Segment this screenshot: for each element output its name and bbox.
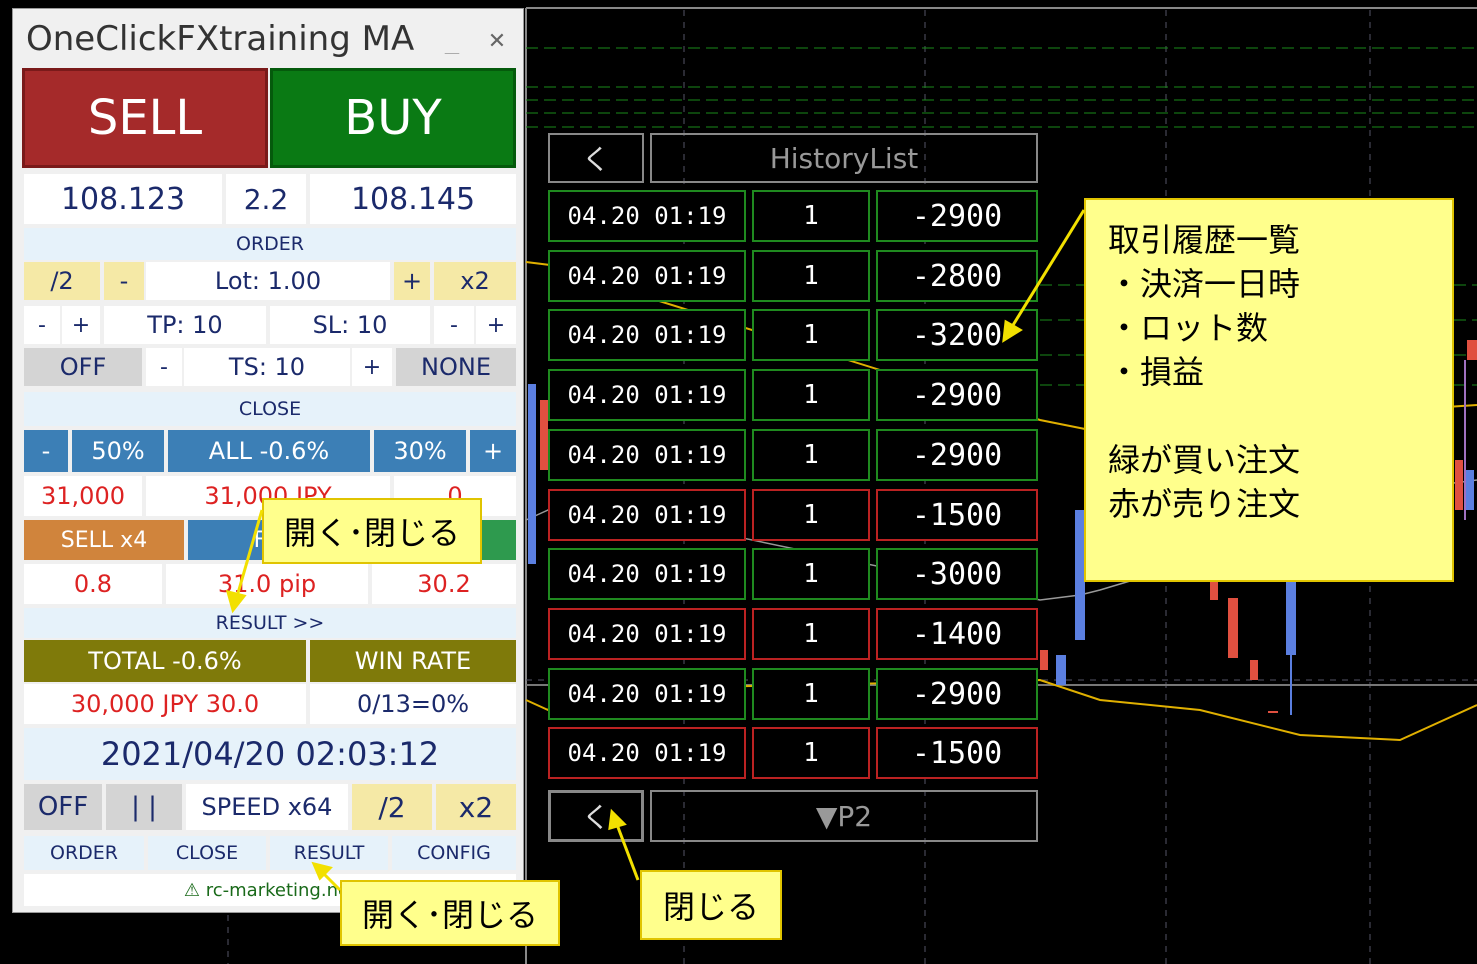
callout-arrows [225, 209, 1086, 892]
